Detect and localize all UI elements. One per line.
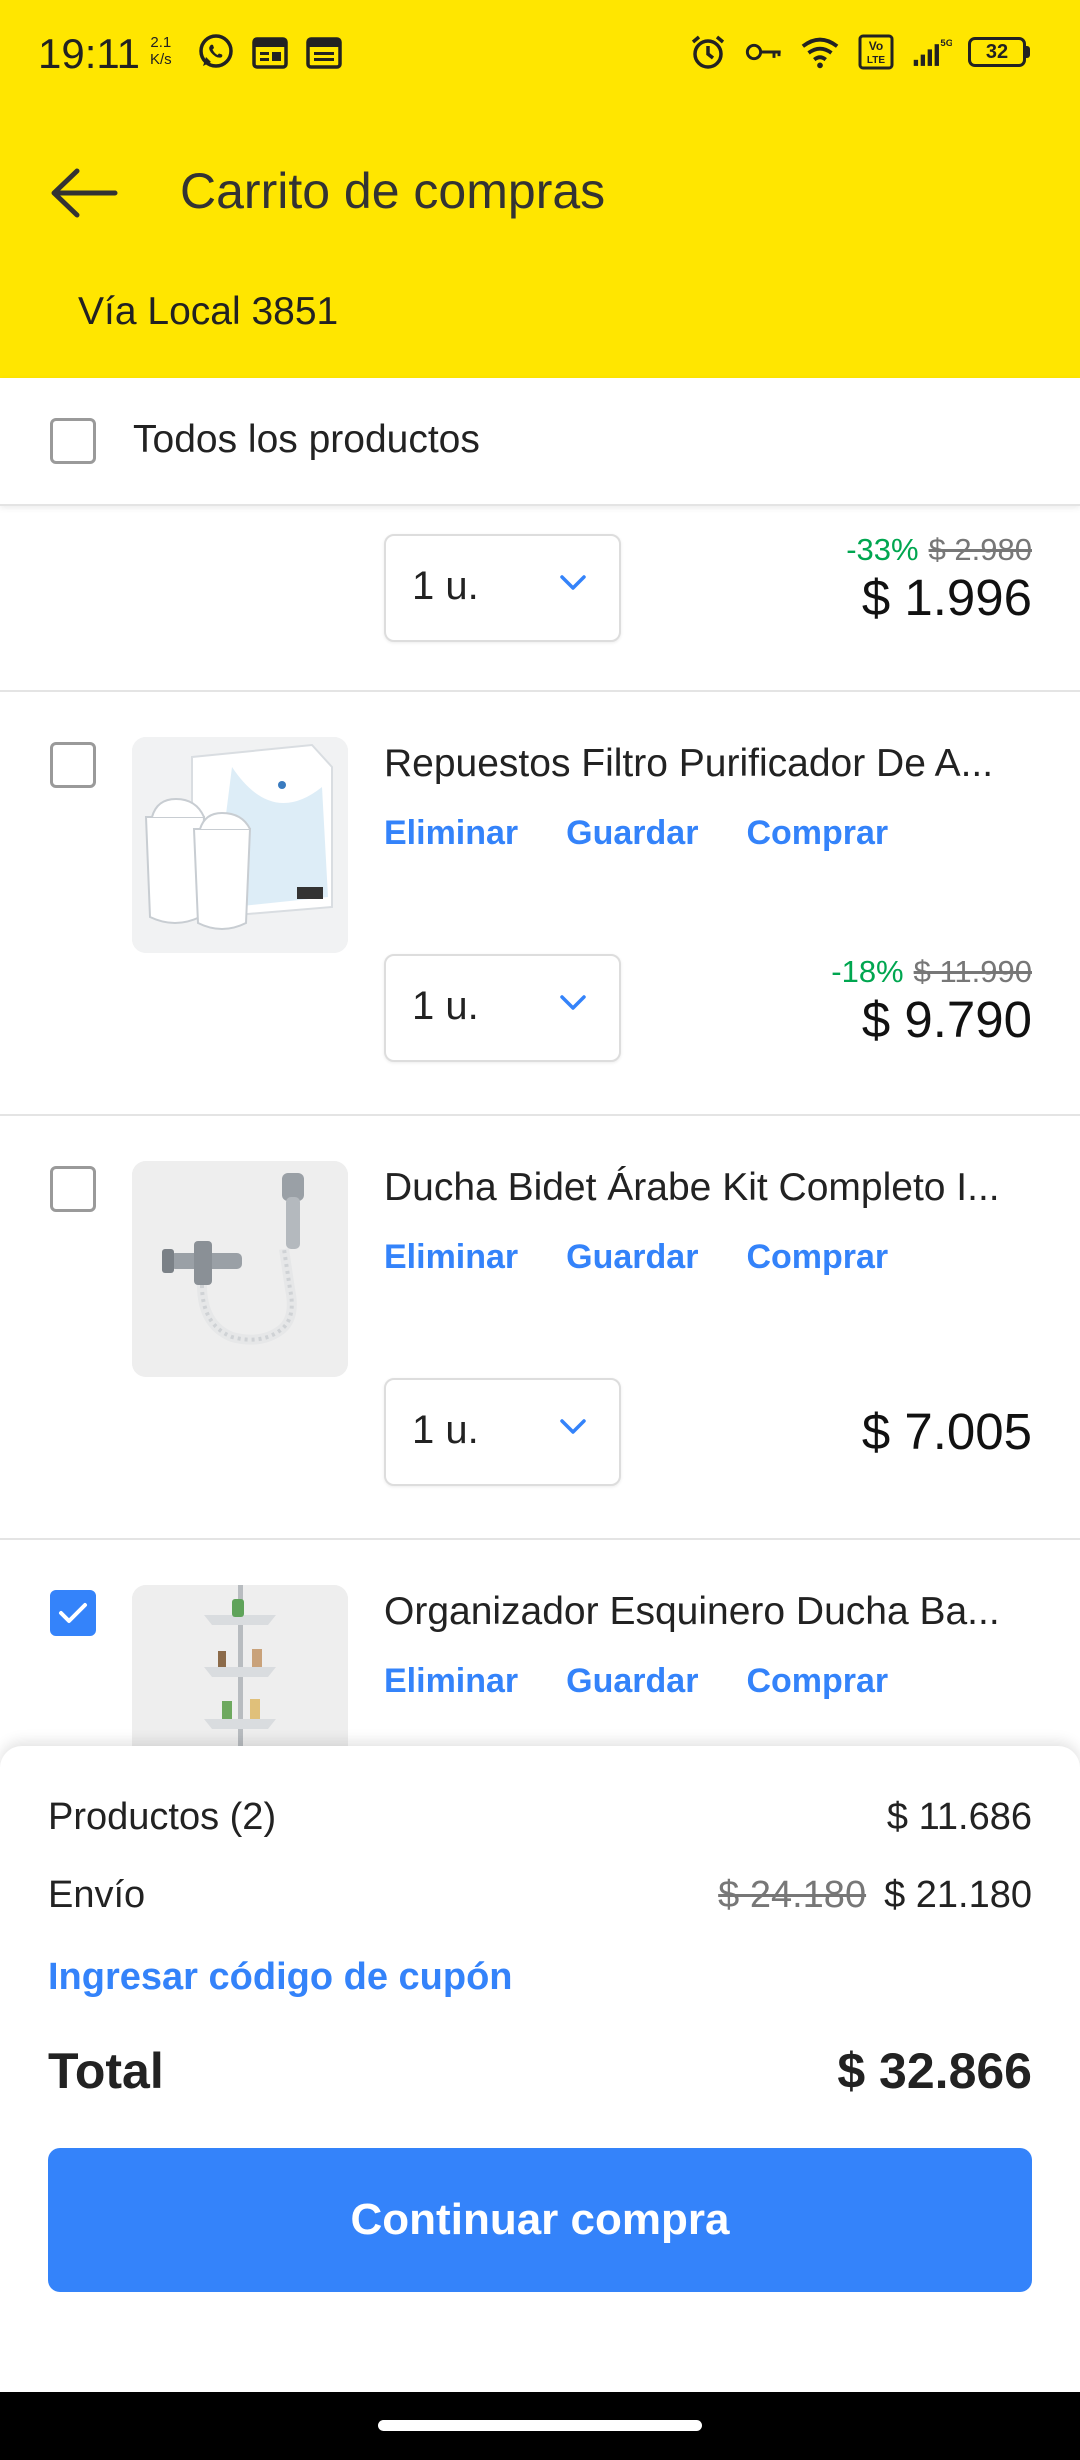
calendar-icon (250, 32, 290, 72)
product-image-bidet-shower[interactable] (132, 1161, 348, 1377)
quantity-value: 1 u. (412, 1408, 479, 1452)
product-image-shower-organizer[interactable] (132, 1585, 348, 1746)
chevron-down-icon (560, 575, 586, 590)
item-title[interactable]: Organizador Esquinero Ducha Ba... (384, 1590, 1034, 1634)
select-all-checkbox[interactable] (50, 418, 96, 464)
save-link[interactable]: Guardar (566, 814, 698, 853)
svg-text:LTE: LTE (867, 55, 885, 66)
shipping-row: Envío $ 24.180 $ 21.180 (48, 1874, 1032, 1917)
price-block: $ 7.005 (862, 1402, 1032, 1461)
total-row: Total $ 32.866 (48, 2042, 1032, 2100)
continue-purchase-button[interactable]: Continuar compra (48, 2148, 1032, 2292)
item-checkbox[interactable] (50, 1166, 96, 1212)
item-actions: Eliminar Guardar Comprar (384, 1662, 888, 1701)
chevron-down-icon (560, 995, 586, 1010)
save-link[interactable]: Guardar (566, 1238, 698, 1277)
select-all-label: Todos los productos (133, 418, 480, 461)
price-block: -33% $ 2.980 $ 1.996 (846, 532, 1032, 627)
buy-link[interactable]: Comprar (746, 1662, 888, 1701)
select-all-row: Todos los productos (0, 378, 1080, 506)
cart-item: 1 u. -33% $ 2.980 $ 1.996 (0, 506, 1080, 692)
product-image-water-filter[interactable] (132, 737, 348, 953)
delete-link[interactable]: Eliminar (384, 1238, 518, 1277)
check-icon (59, 1603, 87, 1623)
delivery-address[interactable]: Vía Local 3851 (78, 290, 338, 334)
svg-text:5G: 5G (940, 38, 952, 49)
original-price: $ 11.990 (913, 954, 1032, 989)
original-price: $ 2.980 (928, 532, 1032, 567)
battery-icon: 32 (968, 37, 1030, 67)
alarm-icon (688, 32, 728, 72)
cart-item-list[interactable]: 1 u. -33% $ 2.980 $ 1.996 Repuestos Filt… (0, 506, 1080, 1746)
discount-row: -33% $ 2.980 (846, 532, 1032, 568)
buy-link[interactable]: Comprar (746, 1238, 888, 1277)
page-title: Carrito de compras (180, 163, 606, 219)
network-speed: 2.1 K/s (150, 34, 172, 68)
battery-level: 32 (968, 37, 1026, 67)
quantity-selector[interactable]: 1 u. (384, 534, 621, 642)
item-title[interactable]: Ducha Bidet Árabe Kit Completo I... (384, 1166, 1034, 1210)
total-value: $ 32.866 (837, 2043, 1032, 2099)
products-subtotal-row: Productos (2) $ 11.686 (48, 1796, 1032, 1839)
system-navigation-bar (0, 2392, 1080, 2460)
item-checkbox[interactable] (50, 1590, 96, 1636)
svg-text:Vo: Vo (869, 39, 883, 53)
discount-percent: -18% (831, 954, 904, 989)
key-icon (744, 32, 784, 72)
wifi-icon (800, 32, 840, 72)
chevron-down-icon (560, 1419, 586, 1434)
item-title[interactable]: Repuestos Filtro Purificador De A... (384, 742, 1034, 786)
volte-icon: Vo LTE (856, 32, 896, 72)
status-time: 19:11 (38, 30, 140, 77)
cart-item: Ducha Bidet Árabe Kit Completo I... Elim… (0, 1116, 1080, 1540)
shipping-label: Envío (48, 1874, 146, 1916)
home-gesture-handle[interactable] (378, 2420, 702, 2431)
network-speed-value: 2.1 (150, 34, 172, 51)
delete-link[interactable]: Eliminar (384, 1662, 518, 1701)
shipping-prices: $ 24.180 $ 21.180 (718, 1874, 1032, 1917)
back-button[interactable] (44, 158, 124, 228)
total-label: Total (48, 2043, 164, 2099)
whatsapp-icon (196, 32, 236, 72)
coupon-link[interactable]: Ingresar código de cupón (48, 1956, 513, 1999)
network-speed-unit: K/s (150, 51, 172, 68)
quantity-selector[interactable]: 1 u. (384, 1378, 621, 1486)
discount-percent: -33% (846, 532, 919, 567)
buy-link[interactable]: Comprar (746, 814, 888, 853)
order-summary: Productos (2) $ 11.686 Envío $ 24.180 $ 2… (0, 1746, 1080, 2392)
status-bar: 19:11 2.1 K/s Vo LTE 5G 32 (0, 0, 1080, 110)
item-price: $ 1.996 (861, 569, 1032, 626)
quantity-value: 1 u. (412, 984, 479, 1028)
arrow-left-icon (51, 168, 118, 218)
app-header: 19:11 2.1 K/s Vo LTE 5G 32 Carrito de co… (0, 0, 1080, 378)
products-label: Productos (2) (48, 1796, 277, 1838)
notification-icons (196, 32, 344, 72)
item-checkbox[interactable] (50, 742, 96, 788)
quantity-value: 1 u. (412, 564, 479, 608)
products-value: $ 11.686 (886, 1796, 1032, 1838)
cart-item: Organizador Esquinero Ducha Ba... Elimin… (0, 1540, 1080, 1746)
price-block: -18% $ 11.990 $ 9.790 (831, 954, 1032, 1049)
shipping-original-price: $ 24.180 (718, 1874, 867, 1916)
shipping-value: $ 21.180 (884, 1874, 1032, 1916)
save-link[interactable]: Guardar (566, 1662, 698, 1701)
calendar-icon-2 (304, 32, 344, 72)
item-price: $ 9.790 (861, 991, 1032, 1048)
delete-link[interactable]: Eliminar (384, 814, 518, 853)
signal-icon: 5G (912, 32, 952, 72)
item-actions: Eliminar Guardar Comprar (384, 1238, 888, 1277)
item-actions: Eliminar Guardar Comprar (384, 814, 888, 853)
discount-row: -18% $ 11.990 (831, 954, 1032, 990)
system-icons: Vo LTE 5G 32 (688, 32, 1030, 72)
quantity-selector[interactable]: 1 u. (384, 954, 621, 1062)
cart-item: Repuestos Filtro Purificador De A... Eli… (0, 692, 1080, 1116)
item-price: $ 7.005 (861, 1403, 1032, 1460)
